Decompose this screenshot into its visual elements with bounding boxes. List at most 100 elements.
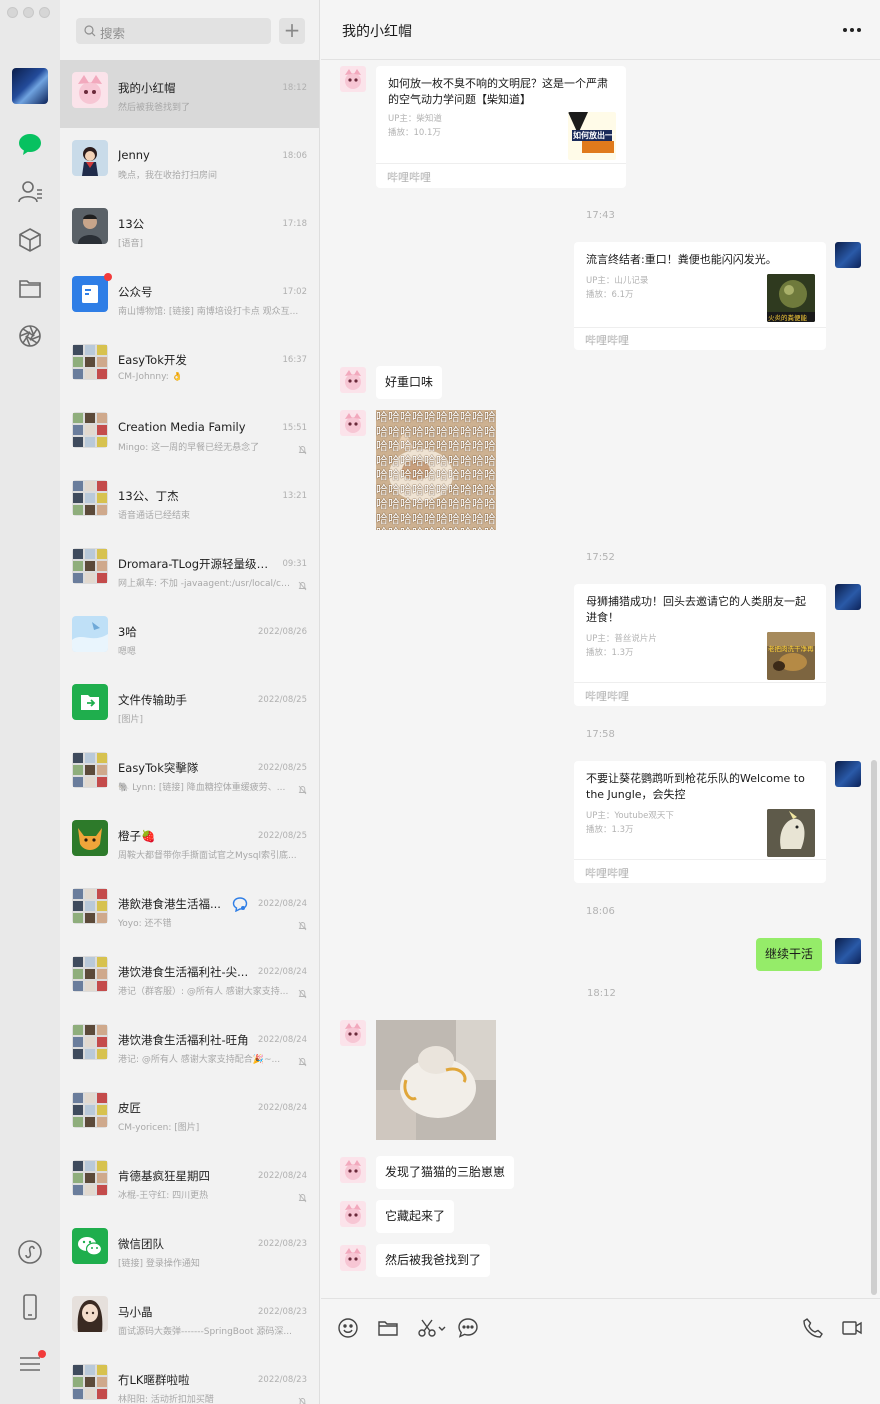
video-share-card[interactable]: 如何放一枚不臭不响的文明屁？这是一个严肃的空气动力学问题【柴知道】 UP主：柴知… [376,66,626,188]
contact-avatar[interactable] [340,410,366,436]
chat-list-item[interactable]: 微信团队 2022/08/23 [链接] 登录操作通知 [60,1216,319,1284]
chat-list-item[interactable]: 公众号 17:02 南山博物馆: [链接] 南博培设打卡点 观众互... [60,264,319,332]
chat-list-item[interactable]: 文件传输助手 2022/08/25 [图片] [60,672,319,740]
chat-avatar [72,1296,108,1332]
chat-avatar [72,548,108,584]
chat-list-item[interactable]: 马小晶 2022/08/23 面试源码大轰弹-------SpringBoot 源码… [60,1284,319,1352]
chat-list-item[interactable]: 13公、丁杰 13:21 语音通话已经结束 [60,468,319,536]
chats-icon[interactable] [15,129,45,159]
chat-list-item[interactable]: 皮匠 2022/08/24 CM-yoricen: [图片] [60,1080,319,1148]
chat-avatar [72,208,108,244]
chat-list-item[interactable]: 我的小红帽 18:12 然后被我爸找到了 [60,60,319,128]
my-message-avatar[interactable] [835,761,861,787]
chat-list-item[interactable]: EasyTok突擊隊 2022/08/25 🐘 Lynn: [链接] 降血糖控体重缓… [60,740,319,808]
messages-scrollbar[interactable] [871,760,877,1295]
chat-list-item[interactable]: 港饮港食生活福利社-旺角 2022/08/24 港记: @所有人 感谢大家支持配合🎉… [60,1012,319,1080]
card-divider [574,327,826,328]
chat-list-item[interactable]: 橙子🍓 2022/08/25 周鞍大都督带你手撕面试官之Mysql索引底... [60,808,319,876]
chat-list-item[interactable]: 13公 17:18 [语音] [60,196,319,264]
emoji-icon[interactable] [337,1317,359,1339]
my-avatar[interactable] [12,68,48,104]
chat-pane: 我的小红帽 如何放一枚不臭不响的文明屁？这是一个严肃的空气动力学问题【柴知道】 … [321,0,880,1404]
chat-time: 18:06 [282,151,308,161]
card-play-count: 播放：10.1万 [388,128,441,138]
contact-avatar[interactable] [340,66,366,92]
chat-history-icon[interactable] [457,1317,479,1339]
video-call-icon[interactable] [841,1317,863,1339]
video-share-card[interactable]: 流言终结者:重口！粪便也能闪闪发光。 UP主：山儿记录 播放：6.1万 火炎的粪… [574,242,826,350]
conversation-list: 搜索 + 我的小红帽 18:12 然后被我爸找到了 Jenny 18:06 晚点，我在收拾… [60,0,320,1404]
mute-bell-icon [298,576,307,595]
mute-bell-icon [298,984,307,1003]
chat-preview: CM-yoricen: [图片] [118,1123,200,1133]
contact-avatar[interactable] [340,1245,366,1271]
chat-list-item[interactable]: 3哈 2022/08/26 嗯嗯 [60,604,319,672]
mini-programs-icon[interactable] [15,1237,45,1267]
message-bubble[interactable]: 好重口味 [376,366,443,399]
chat-preview: Yoyo: 还不错 [118,919,172,929]
chat-preview: 港记（群客服）: @所有人 感谢大家支持... [118,987,289,997]
message-composer[interactable] [321,1298,880,1404]
contact-avatar[interactable] [340,1020,366,1046]
navigation-rail [0,0,60,1404]
chat-time: 2022/08/24 [258,1103,307,1113]
video-share-card[interactable]: 不要让葵花鹦鹉听到枪花乐队的Welcome to the Jungle，会失控 … [574,761,826,883]
video-thumbnail: 老把肉洗干净再 [767,632,815,680]
folder-icon[interactable] [377,1317,399,1339]
chat-list-item[interactable]: 港饮港食生活福利社-尖... 2022/08/24 港记（群客服）: @所有人 感谢… [60,944,319,1012]
photo-message[interactable] [376,1020,496,1140]
more-options-button[interactable] [839,20,865,40]
chat-name: 13公 [118,217,145,231]
files-icon[interactable] [15,273,45,303]
phone-device-icon[interactable] [15,1292,45,1322]
window-close-button[interactable] [7,7,18,18]
favorites-icon[interactable] [15,225,45,255]
moments-icon[interactable] [15,321,45,351]
contacts-icon[interactable] [15,177,45,207]
sticker-image[interactable]: 哈哈哈哈哈哈哈哈哈哈哈哈哈哈哈哈哈哈哈哈哈哈哈哈哈哈哈哈哈哈哈哈哈哈哈哈哈哈哈哈… [376,410,496,530]
voice-call-icon[interactable] [802,1317,824,1339]
chat-name: 微信团队 [118,1237,164,1251]
message-bubble[interactable]: 然后被我爸找到了 [376,1244,491,1277]
my-message-avatar[interactable] [835,938,861,964]
my-message-avatar[interactable] [835,584,861,610]
contact-avatar[interactable] [340,1157,366,1183]
card-title: 不要让葵花鹦鹉听到枪花乐队的Welcome to the Jungle，会失控 [586,772,805,801]
chat-title: 我的小红帽 [342,24,412,40]
chat-preview: 🐘 Lynn: [链接] 降血糖控体重缓疲劳、... [118,783,286,793]
chat-name: 港饮港食生活福利社-旺角 [118,1033,249,1047]
chat-name: EasyTok突擊隊 [118,761,199,775]
chat-list-item[interactable]: 港飲港食港生活福... 2022/08/24 Yoyo: 还不错 [60,876,319,944]
chat-list-item[interactable]: Creation Media Family 15:51 Mingo: 这一周的早餐已… [60,400,319,468]
chat-time: 17:18 [282,219,308,229]
chat-list-item[interactable]: EasyTok开发 16:37 CM-Johnny: 👌 [60,332,319,400]
contact-avatar[interactable] [340,367,366,393]
chat-list-item[interactable]: 肯德基疯狂星期四 2022/08/24 冰棍-王守红: 四川更热 [60,1148,319,1216]
chat-list-item[interactable]: Jenny 18:06 晚点，我在收拾打扫房间 [60,128,319,196]
window-zoom-button[interactable] [39,7,50,18]
chat-list-item[interactable]: Dromara-TLog开源轻量级日... 09:31 网上飙车: 不加 -java… [60,536,319,604]
search-input[interactable]: 搜索 [76,18,271,44]
chat-name: 我的小红帽 [118,81,176,95]
notification-dot [38,1350,46,1358]
chat-preview: 冰棍-王守红: 四川更热 [118,1191,209,1201]
video-thumbnail: 火炎的粪便能 [767,274,815,322]
add-chat-button[interactable]: + [279,18,305,44]
message-bubble[interactable]: 发现了猫猫的三胎崽崽 [376,1156,515,1189]
contact-avatar[interactable] [340,1201,366,1227]
chat-preview: 林阳阳: 活动折扣加买醋 [118,1395,214,1404]
chat-preview: 嗯嗯 [118,647,137,657]
chat-list-item[interactable]: 冇LK暱群啦啦 2022/08/23 林阳阳: 活动折扣加买醋 [60,1352,319,1404]
thumbnail-caption: 如何放出一个好屁 [573,131,615,140]
chat-avatar [72,480,108,516]
message-bubble[interactable]: 它藏起来了 [376,1200,455,1233]
chat-name: 公众号 [118,285,153,299]
video-share-card[interactable]: 母狮捕猎成功！回头去邀请它的人类朋友一起进食！ UP主：普丝说片片 播放：1.3… [574,584,826,706]
screenshot-scissors-icon[interactable] [417,1317,447,1339]
window-minimize-button[interactable] [23,7,34,18]
mute-bell-icon [298,780,307,799]
sent-message-bubble[interactable]: 继续干活 [756,938,823,971]
my-message-avatar[interactable] [835,242,861,268]
chat-name: 港饮港食生活福利社-尖... [118,965,249,979]
chat-name: 港飲港食港生活福... [118,897,221,911]
